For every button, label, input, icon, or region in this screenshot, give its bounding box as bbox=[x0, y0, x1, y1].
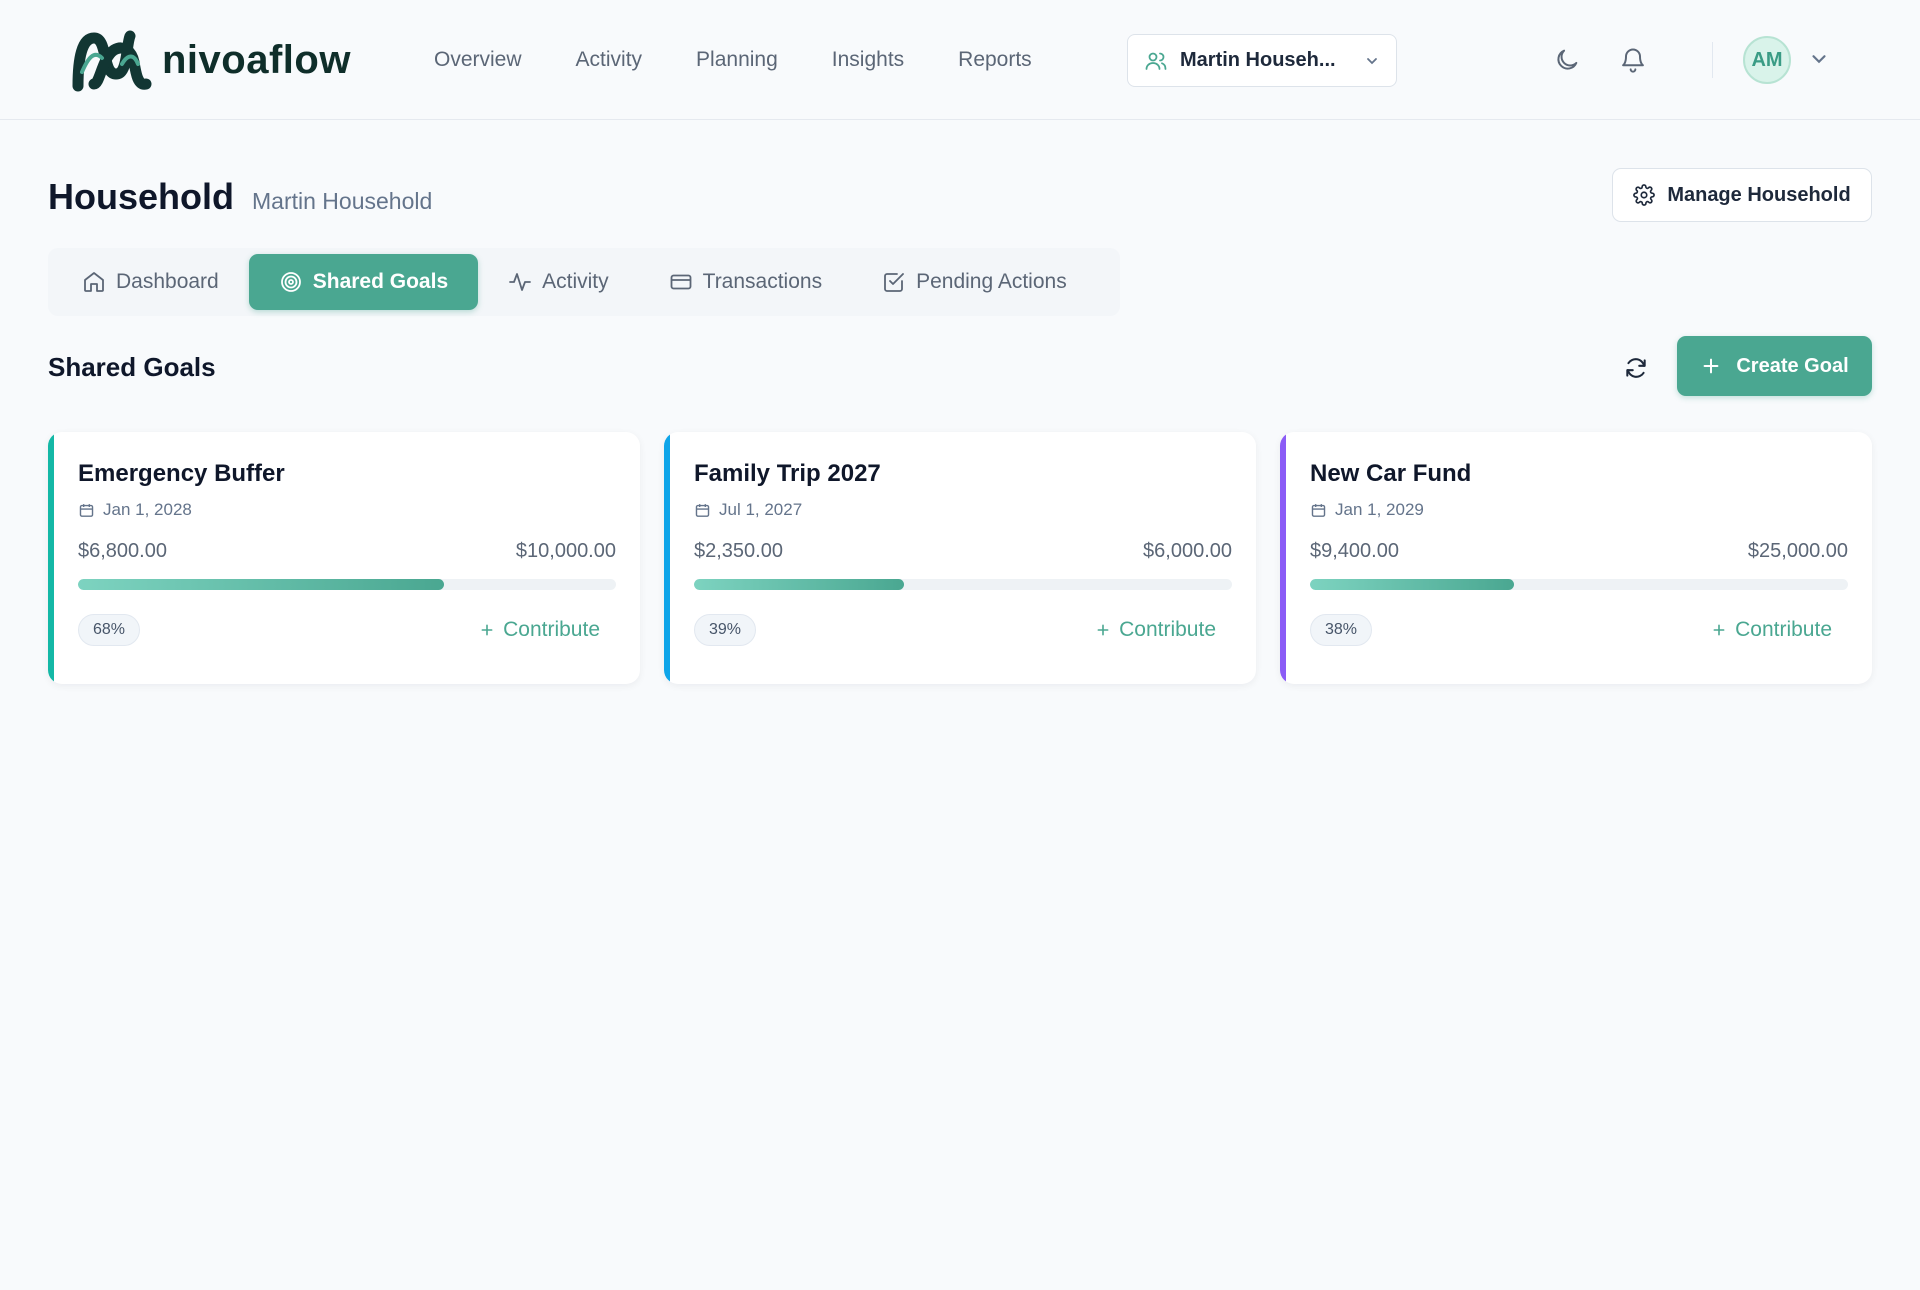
goal-amounts: $9,400.00 $25,000.00 bbox=[1310, 540, 1848, 563]
theme-toggle-button[interactable] bbox=[1551, 44, 1583, 76]
users-icon bbox=[1145, 52, 1167, 70]
chevron-down-icon bbox=[1367, 57, 1377, 64]
bell-icon bbox=[1622, 48, 1644, 73]
contribute-button[interactable]: Contribute bbox=[1095, 618, 1216, 642]
tab-label: Activity bbox=[542, 270, 609, 293]
tab-label: Transactions bbox=[702, 270, 823, 293]
goal-accent-bar bbox=[48, 432, 54, 684]
goal-current-amount: $9,400.00 bbox=[1310, 540, 1399, 562]
goal-progress-bar bbox=[78, 579, 616, 590]
calendar-icon bbox=[695, 503, 710, 517]
tab-transactions[interactable]: Transactions bbox=[639, 254, 852, 310]
nav-overview[interactable]: Overview bbox=[434, 48, 522, 72]
goal-amounts: $2,350.00 $6,000.00 bbox=[694, 540, 1232, 563]
goal-date-text: Jul 1, 2027 bbox=[719, 500, 803, 519]
refresh-icon bbox=[1626, 358, 1646, 378]
chevron-down-icon[interactable] bbox=[1808, 48, 1830, 70]
goal-progress-bar bbox=[694, 579, 1232, 590]
goal-percent-badge: 68% bbox=[78, 614, 141, 646]
page-header: Household Martin Household bbox=[48, 176, 432, 218]
top-navbar: nivoaflow Overview Activity Planning Ins… bbox=[0, 0, 1920, 120]
goal-amounts: $6,800.00 $10,000.00 bbox=[78, 540, 616, 563]
plus-icon bbox=[1713, 624, 1725, 636]
home-icon bbox=[84, 272, 104, 292]
nav-planning[interactable]: Planning bbox=[696, 48, 778, 72]
nivoaflow-logo-icon bbox=[72, 30, 152, 92]
contribute-button[interactable]: Contribute bbox=[1711, 618, 1832, 642]
goal-date: Jan 1, 2028 bbox=[78, 500, 616, 520]
goal-date: Jul 1, 2027 bbox=[694, 500, 1232, 520]
goal-progress-bar bbox=[1310, 579, 1848, 590]
tab-dashboard[interactable]: Dashboard bbox=[52, 254, 249, 310]
contribute-label: Contribute bbox=[1735, 618, 1832, 641]
goal-title: Family Trip 2027 bbox=[694, 460, 881, 487]
goal-title: Emergency Buffer bbox=[78, 460, 285, 487]
tab-pending-actions[interactable]: Pending Actions bbox=[852, 254, 1097, 310]
goal-progress-fill bbox=[78, 579, 444, 590]
plus-icon bbox=[1097, 624, 1109, 636]
goal-cards: Emergency Buffer Jan 1, 2028 $6,800.00 $… bbox=[48, 432, 1872, 684]
contribute-label: Contribute bbox=[1119, 618, 1216, 641]
goal-card[interactable]: Family Trip 2027 Jul 1, 2027 $2,350.00 $… bbox=[664, 432, 1256, 684]
goal-target-amount: $10,000.00 bbox=[515, 540, 616, 562]
contribute-button[interactable]: Contribute bbox=[479, 618, 600, 642]
section-title: Shared Goals bbox=[48, 352, 216, 382]
tab-label: Dashboard bbox=[116, 270, 219, 293]
goal-card[interactable]: New Car Fund Jan 1, 2029 $9,400.00 $25,0… bbox=[1280, 432, 1872, 684]
create-goal-button[interactable]: Create Goal bbox=[1677, 336, 1872, 396]
tab-shared-goals[interactable]: Shared Goals bbox=[248, 254, 479, 310]
goal-title: New Car Fund bbox=[1310, 460, 1472, 487]
notifications-button[interactable] bbox=[1617, 44, 1649, 76]
manage-household-button[interactable]: Manage Household bbox=[1612, 168, 1872, 222]
nav-reports[interactable]: Reports bbox=[958, 48, 1032, 72]
checkbox-icon bbox=[884, 273, 904, 292]
brand[interactable]: nivoaflow bbox=[72, 28, 351, 92]
household-switcher[interactable]: Martin Househ... bbox=[1127, 34, 1397, 87]
nav-activity[interactable]: Activity bbox=[576, 48, 643, 72]
nav-divider bbox=[1712, 42, 1713, 78]
user-avatar[interactable]: AM bbox=[1743, 36, 1791, 84]
create-goal-label: Create Goal bbox=[1736, 354, 1849, 377]
household-switcher-label: Martin Househ... bbox=[1180, 49, 1336, 71]
plus-icon bbox=[481, 624, 493, 636]
goal-current-amount: $2,350.00 bbox=[694, 540, 783, 562]
household-tabs: Dashboard Shared Goals Activity Transact… bbox=[48, 248, 1120, 316]
moon-icon bbox=[1557, 49, 1578, 70]
goal-target-amount: $6,000.00 bbox=[1143, 540, 1232, 562]
brand-name: nivoaflow bbox=[162, 37, 351, 82]
credit-card-icon bbox=[670, 274, 692, 290]
goal-date-text: Jan 1, 2028 bbox=[103, 500, 192, 519]
manage-household-label: Manage Household bbox=[1667, 183, 1851, 206]
gear-icon bbox=[1633, 184, 1656, 206]
activity-icon bbox=[509, 273, 532, 291]
page-title: Household bbox=[48, 176, 234, 217]
goal-percent-badge: 38% bbox=[1310, 614, 1373, 646]
goal-progress-fill bbox=[1310, 579, 1515, 590]
tab-activity[interactable]: Activity bbox=[478, 254, 639, 310]
goal-card[interactable]: Emergency Buffer Jan 1, 2028 $6,800.00 $… bbox=[48, 432, 640, 684]
tab-label: Shared Goals bbox=[312, 270, 449, 293]
nav-insights[interactable]: Insights bbox=[832, 48, 904, 72]
goal-target-amount: $25,000.00 bbox=[1747, 540, 1848, 562]
goal-accent-bar bbox=[1280, 432, 1286, 684]
calendar-icon bbox=[79, 503, 94, 517]
goal-date-text: Jan 1, 2029 bbox=[1335, 500, 1424, 519]
plus-icon bbox=[1703, 358, 1719, 374]
goal-date: Jan 1, 2029 bbox=[1310, 500, 1848, 520]
target-icon bbox=[280, 272, 301, 292]
main-nav: Overview Activity Planning Insights Repo… bbox=[434, 48, 1086, 72]
calendar-icon bbox=[1311, 503, 1326, 517]
contribute-label: Contribute bbox=[503, 618, 600, 641]
goal-progress-fill bbox=[694, 579, 904, 590]
page-subtitle: Martin Household bbox=[252, 188, 433, 214]
tab-label: Pending Actions bbox=[916, 270, 1067, 293]
goal-percent-badge: 39% bbox=[694, 614, 757, 646]
refresh-button[interactable] bbox=[1620, 352, 1652, 384]
goal-current-amount: $6,800.00 bbox=[78, 540, 167, 562]
goal-accent-bar bbox=[664, 432, 670, 684]
